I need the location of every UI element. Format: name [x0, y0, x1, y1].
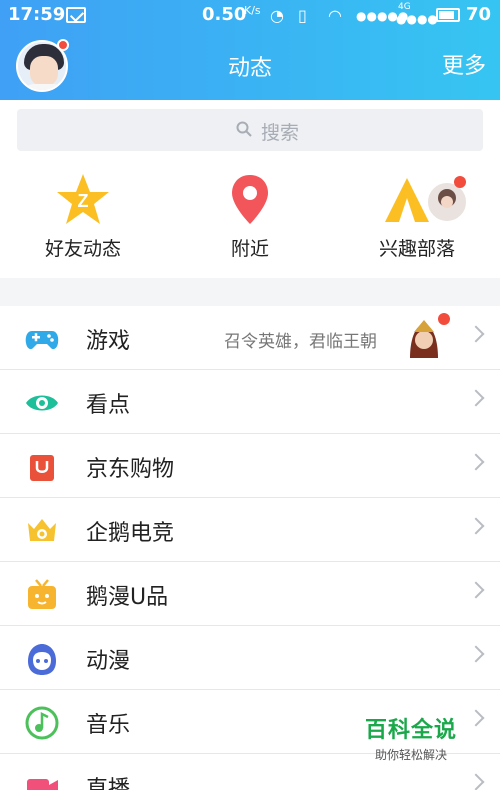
page-title: 动态 — [227, 56, 272, 81]
watermark: 百科全说 助你轻松解决 — [358, 712, 464, 763]
search-placeholder: 搜索 — [261, 122, 300, 144]
svg-text:Z: Z — [78, 191, 89, 211]
message-notification-icon — [66, 7, 86, 23]
chevron-right-icon — [467, 773, 485, 790]
network-type: 4G — [398, 2, 411, 12]
chevron-right-icon — [467, 517, 485, 535]
battery-percent: 70 — [466, 4, 492, 25]
avatar-shirt — [24, 84, 64, 90]
nav-bar: 动态 更多 — [0, 30, 500, 100]
list-item-jd-shopping[interactable]: 京东购物 — [0, 434, 500, 498]
list-item-subtitle: 召令英雄，君临王朝 — [224, 332, 377, 352]
status-time: 17:59 — [8, 4, 66, 25]
jd-bag-icon — [30, 455, 54, 481]
chevron-right-icon — [467, 453, 485, 471]
tv-box-icon — [28, 579, 56, 609]
eye-icon — [26, 395, 58, 411]
chevron-right-icon — [467, 325, 485, 343]
anime-face-icon — [28, 644, 56, 675]
list-item-label: 看点 — [86, 393, 131, 418]
list-item-label: 游戏 — [86, 329, 131, 354]
wifi-icon: ◠ — [328, 6, 342, 25]
signal-icon-2: ●●●● — [396, 12, 438, 26]
search-icon — [236, 121, 252, 137]
status-bar: 17:59 0.50 K/s ◔ ▯ ◠ ●●●●● 4G ●●●● 70 — [0, 0, 500, 30]
chevron-right-icon — [467, 645, 485, 663]
quick-link-label: 附近 — [230, 238, 269, 260]
list-item-label: 音乐 — [86, 713, 131, 738]
quick-link-interest-tribe[interactable]: 兴趣部落 — [337, 172, 497, 261]
list-item-game[interactable]: 游戏 召令英雄，君临王朝 — [0, 306, 500, 370]
vibrate-icon: ▯ — [298, 6, 307, 25]
list-item-kandian[interactable]: 看点 — [0, 370, 500, 434]
search-container: 搜索 — [0, 100, 500, 160]
tribe-tent-icon — [385, 176, 468, 223]
watermark-title: 百科全说 — [364, 718, 457, 743]
video-camera-icon — [27, 779, 58, 790]
list-item-label: 企鹅电竞 — [86, 521, 175, 546]
location-pin-icon — [232, 175, 268, 224]
list-item-esports[interactable]: 企鹅电竞 — [0, 498, 500, 562]
chevron-right-icon — [467, 581, 485, 599]
gamepad-icon — [25, 331, 59, 350]
qzone-star-icon: Z — [57, 174, 109, 224]
chevron-right-icon — [467, 709, 485, 727]
list-item-label: 直播 — [86, 777, 131, 790]
music-note-icon — [25, 706, 59, 740]
esports-crown-icon — [28, 519, 56, 541]
quick-link-label: 好友动态 — [44, 238, 121, 260]
battery-icon — [436, 8, 460, 22]
list-item-label: 京东购物 — [86, 457, 175, 482]
list-item-label: 动漫 — [86, 649, 131, 674]
game-hero-avatar — [410, 320, 438, 358]
list-item-eman-upin[interactable]: 鹅漫U品 — [0, 562, 500, 626]
net-speed-unit: K/s — [244, 4, 261, 17]
search-input[interactable]: 搜索 — [17, 109, 483, 151]
net-speed: 0.50 — [202, 4, 247, 25]
chevron-right-icon — [467, 389, 485, 407]
quick-link-nearby[interactable]: 附近 — [170, 172, 330, 261]
list-item-anime[interactable]: 动漫 — [0, 626, 500, 690]
list-item-label: 鹅漫U品 — [86, 585, 169, 610]
watermark-subtitle: 助你轻松解决 — [374, 748, 447, 762]
top-header: 17:59 0.50 K/s ◔ ▯ ◠ ●●●●● 4G ●●●● 70 动态… — [0, 0, 500, 100]
quick-links: Z 好友动态 附近 兴趣部落 — [0, 160, 500, 278]
quick-link-friends-feed[interactable]: Z 好友动态 — [3, 172, 163, 261]
quick-link-label: 兴趣部落 — [378, 238, 455, 260]
game-badge-dot — [438, 313, 450, 325]
more-button[interactable]: 更多 — [442, 48, 486, 80]
alarm-icon: ◔ — [270, 6, 284, 25]
